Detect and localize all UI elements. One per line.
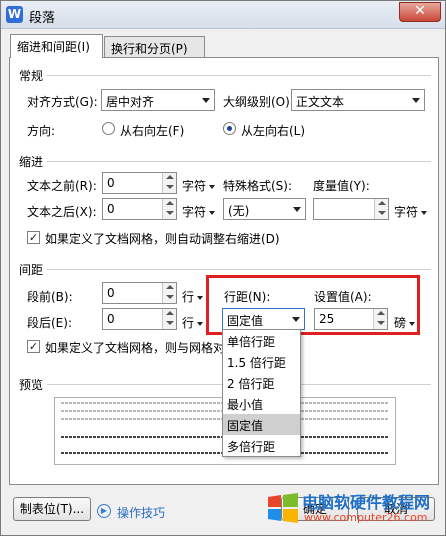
caret-down-icon: [209, 184, 216, 189]
watermark-url: www.computer26.com: [304, 511, 428, 524]
spacing-after-input[interactable]: 0: [102, 308, 177, 330]
outline-level-select[interactable]: 正文文本: [291, 89, 425, 111]
line-spacing-option[interactable]: 1.5 倍行距: [223, 351, 300, 372]
divider: [47, 269, 431, 270]
caret-down-icon: [197, 321, 204, 326]
measure-label: 度量值(Y):: [313, 179, 370, 193]
measure-unit-dropdown[interactable]: 字符: [394, 203, 428, 220]
spinner-icon[interactable]: [162, 173, 176, 193]
title-bar: W 段落 ✕: [1, 1, 445, 29]
preview-group-label: 预览: [19, 378, 44, 392]
spacing-before-label: 段前(B):: [27, 290, 73, 304]
chevron-down-icon: [293, 207, 301, 212]
rtl-label: 从右向左(F): [120, 124, 185, 138]
tab-stops-button[interactable]: 制表位(T)...: [13, 497, 91, 521]
window-title: 段落: [29, 11, 56, 26]
outline-level-label: 大纲级别(O):: [223, 95, 294, 109]
spinner-icon[interactable]: [374, 199, 388, 219]
indent-grid-checkbox-label: 如果定义了文档网格，则自动调整右缩进(D): [45, 232, 280, 246]
indent-after-input[interactable]: 0: [102, 198, 177, 220]
caret-down-icon: [209, 210, 216, 215]
indent-group-label: 缩进: [19, 155, 44, 169]
spinner-icon[interactable]: [162, 309, 176, 329]
tab-line-page-break[interactable]: 换行和分页(P): [104, 36, 205, 58]
highlight-box: [206, 275, 420, 335]
wps-logo-icon: W: [6, 6, 23, 23]
spacing-after-unit-dropdown[interactable]: 行: [182, 314, 204, 331]
spinner-icon[interactable]: [162, 199, 176, 219]
line-spacing-option[interactable]: 2 倍行距: [223, 372, 300, 393]
direction-label: 方向:: [27, 124, 56, 138]
special-format-value: (无): [228, 204, 250, 218]
spacing-after-value: 0: [107, 312, 115, 326]
chevron-down-icon: [412, 98, 420, 103]
watermark: 电脑软硬件教程网 www.computer26.com: [264, 481, 445, 535]
spacing-grid-checkbox[interactable]: ✓: [27, 340, 40, 353]
spacing-before-unit-dropdown[interactable]: 行: [182, 288, 204, 305]
outline-level-value: 正文文本: [296, 95, 345, 109]
watermark-title: 电脑软硬件教程网: [302, 493, 431, 512]
ltr-label: 从左向右(L): [241, 124, 306, 138]
spacing-before-unit: 行: [182, 290, 195, 304]
alignment-label: 对齐方式(G):: [27, 95, 98, 109]
indent-after-unit: 字符: [182, 205, 207, 219]
indent-before-label: 文本之前(R):: [27, 179, 97, 193]
spacing-before-value: 0: [107, 286, 115, 300]
close-button[interactable]: ✕: [399, 2, 441, 22]
indent-grid-checkbox[interactable]: ✓: [27, 231, 40, 244]
paragraph-dialog: W 段落 ✕ 缩进和间距(I) 换行和分页(P) 常规 对齐方式(G): 居中对…: [0, 0, 446, 536]
spacing-grid-checkbox-label: 如果定义了文档网格，则与网格对: [45, 341, 226, 355]
caret-down-icon: [421, 210, 428, 215]
spinner-icon[interactable]: [162, 283, 176, 303]
divider: [47, 75, 431, 76]
tab-indent-spacing[interactable]: 缩进和间距(I): [10, 34, 103, 58]
indent-after-label: 文本之后(X):: [27, 205, 97, 219]
indent-after-value: 0: [107, 202, 115, 216]
tips-link[interactable]: 操作技巧: [117, 504, 165, 521]
indent-before-input[interactable]: 0: [102, 172, 177, 194]
measure-unit: 字符: [394, 205, 419, 219]
spacing-after-label: 段后(E):: [27, 316, 72, 330]
play-circle-icon: ▶: [97, 504, 111, 518]
spacing-before-input[interactable]: 0: [102, 282, 177, 304]
spacing-group-label: 间距: [19, 263, 44, 277]
special-format-select[interactable]: (无): [223, 198, 306, 220]
line-spacing-option-selected[interactable]: 固定值: [223, 414, 300, 435]
special-format-label: 特殊格式(S):: [223, 179, 293, 193]
divider: [47, 161, 431, 162]
chevron-down-icon: [202, 98, 210, 103]
indent-before-unit: 字符: [182, 179, 207, 193]
measure-input[interactable]: [313, 198, 389, 220]
line-spacing-dropdown: 单倍行距 1.5 倍行距 2 倍行距 最小值 固定值 多倍行距: [222, 329, 301, 457]
line-spacing-option[interactable]: 多倍行距: [223, 435, 300, 456]
ltr-radio[interactable]: [223, 122, 236, 135]
indent-after-unit-dropdown[interactable]: 字符: [182, 203, 216, 220]
rtl-radio[interactable]: [102, 122, 115, 135]
general-group-label: 常规: [19, 69, 44, 83]
indent-before-unit-dropdown[interactable]: 字符: [182, 177, 216, 194]
caret-down-icon: [197, 295, 204, 300]
alignment-value: 居中对齐: [106, 95, 155, 109]
indent-before-value: 0: [107, 176, 115, 190]
line-spacing-option[interactable]: 单倍行距: [223, 330, 300, 351]
line-spacing-option[interactable]: 最小值: [223, 393, 300, 414]
spacing-after-unit: 行: [182, 316, 195, 330]
windows-logo-icon: [268, 493, 298, 523]
alignment-select[interactable]: 居中对齐: [101, 89, 215, 111]
